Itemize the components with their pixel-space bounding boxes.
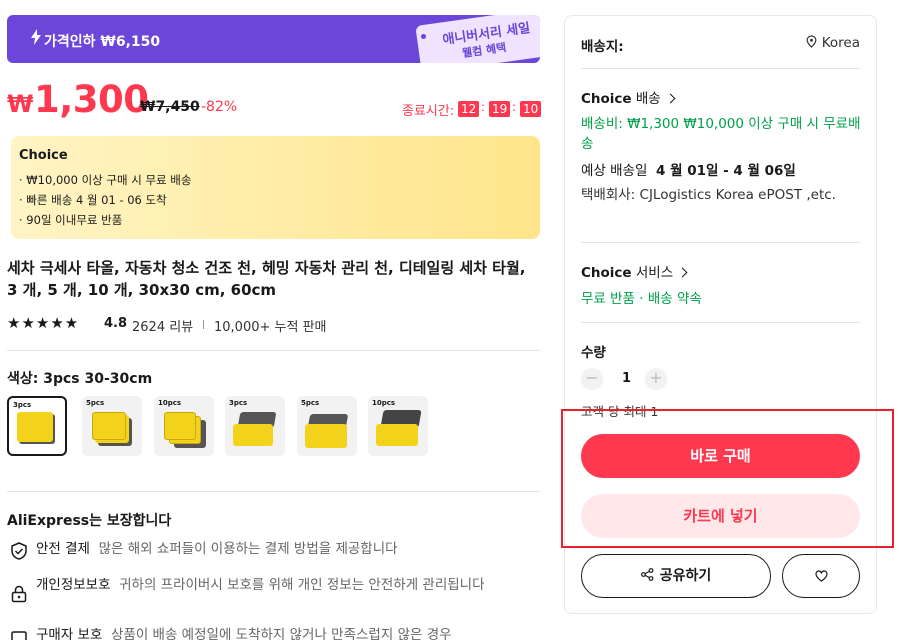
- quantity-decrease-button[interactable]: −: [581, 368, 603, 390]
- guarantee-item-title: 개인정보보호: [36, 577, 111, 593]
- rating-value: 4.8: [104, 316, 128, 331]
- ship-to-location[interactable]: Korea: [806, 35, 860, 51]
- wishlist-button[interactable]: [782, 554, 860, 598]
- towel-image: [164, 412, 196, 440]
- color-option-label: 색상: 3pcs 30-30cm: [7, 371, 153, 387]
- color-swatch-3pcs-yellow[interactable]: 3pcs: [225, 396, 285, 456]
- countdown-minutes: 19: [489, 101, 511, 117]
- guarantee-title: AliExpress는 보장합니다: [7, 513, 172, 529]
- original-price: ₩7,450: [140, 99, 200, 115]
- price-drop-text: 가격인하 ₩6,150: [44, 34, 161, 50]
- quantity-label: 수량: [581, 345, 606, 361]
- choice-benefit-free-returns: · 90일 이내무료 반품: [19, 213, 123, 227]
- ship-to-label: 배송지:: [581, 39, 624, 55]
- price-currency: ₩: [7, 90, 34, 118]
- rating-divider: [203, 320, 204, 329]
- swatch-pcs-label: 3pcs: [13, 401, 32, 409]
- towel-image: [17, 412, 53, 442]
- section-divider: [581, 68, 860, 69]
- swatch-pcs-label: 5pcs: [301, 399, 320, 407]
- choice-service-link[interactable]: Choice 서비스: [581, 261, 688, 281]
- guarantee-item-desc: 상품이 배송 예정일에 도착하지 않거나 만족스럽지 않은 경우: [111, 627, 452, 640]
- choice-delivery-link[interactable]: Choice 배송: [581, 87, 676, 107]
- product-title: 세차 극세사 타올, 자동차 청소 건조 천, 헤밍 자동차 관리 천, 디테일…: [7, 259, 526, 299]
- quantity-value: 1: [622, 371, 632, 386]
- guarantee-item-desc: 귀하의 프라이버시 보호를 위해 개인 정보는 안전하게 관리됩니다: [119, 577, 485, 593]
- location-text: Korea: [821, 35, 860, 51]
- highlight-annotation-box: [561, 409, 894, 548]
- share-label: 공유하기: [659, 568, 712, 584]
- chevron-right-icon: [665, 93, 676, 104]
- delivery-estimate: 예상 배송일 4 월 01일 - 4 월 06일: [581, 159, 796, 179]
- guarantee-item-privacy[interactable]: 개인정보보호 귀하의 프라이버시 보호를 위해 개인 정보는 안전하게 관리됩니…: [7, 576, 540, 616]
- towel-image: [92, 412, 126, 440]
- quantity-increase-button[interactable]: +: [645, 368, 667, 390]
- review-count[interactable]: 2624 리뷰: [132, 316, 193, 335]
- section-divider: [7, 491, 540, 492]
- chevron-right-icon: [677, 267, 688, 278]
- swatch-pcs-label: 10pcs: [158, 399, 182, 407]
- color-swatch-5pcs-yellow[interactable]: 5pcs: [297, 396, 357, 456]
- rating-row[interactable]: ★★★★★ 4.8 2624 리뷰 10,000+ 누적 판매: [7, 314, 540, 335]
- current-price: 1,300: [34, 78, 149, 121]
- choice-benefit-fast-delivery: · 빠른 배송 4 월 01 - 06 도착: [19, 193, 167, 207]
- towel-image: [305, 424, 347, 448]
- color-swatch-5pcs-gray[interactable]: 5pcs: [82, 396, 142, 456]
- color-swatch-10pcs-yellow[interactable]: 10pcs: [368, 396, 428, 456]
- color-swatch-3pcs-gray[interactable]: 3pcs: [7, 396, 67, 456]
- estimate-dates: 4 월 01일 - 4 월 06일: [656, 163, 796, 179]
- guarantee-item-safe-payment[interactable]: 안전 결제 많은 해외 쇼퍼들이 이용하는 결제 방법을 제공합니다: [7, 540, 540, 562]
- tag-hole: [421, 34, 426, 39]
- sold-count: 10,000+ 누적 판매: [214, 320, 327, 335]
- swatch-pcs-label: 10pcs: [372, 399, 396, 407]
- choice-benefit-free-shipping: · ₩10,000 이상 구매 시 무료 배송: [19, 173, 192, 187]
- countdown-label: 종료시간:: [402, 104, 455, 119]
- guarantee-item-title: 구매자 보호: [36, 627, 103, 640]
- swatch-pcs-label: 5pcs: [86, 399, 105, 407]
- shipping-fee: 배송비: ₩1,300 ₩10,000 이상 구매 시 무료배송: [581, 116, 861, 152]
- countdown-hours: 12: [458, 101, 480, 117]
- shield-check-icon: [11, 542, 27, 560]
- service-features: 무료 반품 · 배송 약속: [581, 291, 702, 307]
- color-swatch-10pcs-gray[interactable]: 10pcs: [154, 396, 214, 456]
- lightning-icon: [31, 29, 41, 45]
- choice-brand: Choice: [581, 265, 632, 281]
- location-pin-icon: [806, 35, 817, 48]
- star-rating-icon: ★★★★★: [7, 314, 80, 332]
- countdown-separator: :: [512, 100, 517, 114]
- price-drop-banner[interactable]: 가격인하 ₩6,150 애니버서리 세일 웰컴 혜택: [7, 15, 540, 63]
- price-row: ₩ 1,300 ₩7,450 -82% 종료시간: 12 : 19 : 10: [7, 78, 542, 122]
- towel-image: [233, 424, 273, 446]
- discount-percent: -82%: [201, 99, 238, 115]
- countdown-seconds: 10: [520, 101, 542, 117]
- carrier-info: 택배회사: CJLogistics Korea ePOST ,etc.: [581, 187, 836, 203]
- choice-brand: Choice: [581, 91, 632, 107]
- guarantee-item-title: 안전 결제: [36, 541, 90, 557]
- towel-image: [376, 424, 418, 446]
- heart-icon: [815, 570, 828, 582]
- section-divider: [7, 350, 540, 351]
- estimate-label: 예상 배송일: [581, 163, 648, 179]
- package-icon: [11, 631, 27, 640]
- choice-benefits-box[interactable]: Choice · ₩10,000 이상 구매 시 무료 배송 · 빠른 배송 4…: [11, 136, 540, 239]
- guarantee-item-desc: 많은 해외 쇼퍼들이 이용하는 결제 방법을 제공합니다: [98, 541, 398, 557]
- service-label: 서비스: [635, 265, 674, 281]
- lock-icon: [11, 585, 27, 603]
- choice-logo: Choice: [19, 148, 68, 163]
- share-button[interactable]: 공유하기: [581, 554, 771, 598]
- section-divider: [581, 322, 860, 323]
- delivery-label: 배송: [635, 91, 661, 107]
- share-icon: [640, 568, 654, 581]
- countdown-separator: :: [481, 100, 486, 114]
- section-divider: [581, 242, 860, 243]
- swatch-pcs-label: 3pcs: [229, 399, 248, 407]
- guarantee-item-buyer-protection[interactable]: 구매자 보호 상품이 배송 예정일에 도착하지 않거나 만족스럽지 않은 경우: [7, 626, 540, 640]
